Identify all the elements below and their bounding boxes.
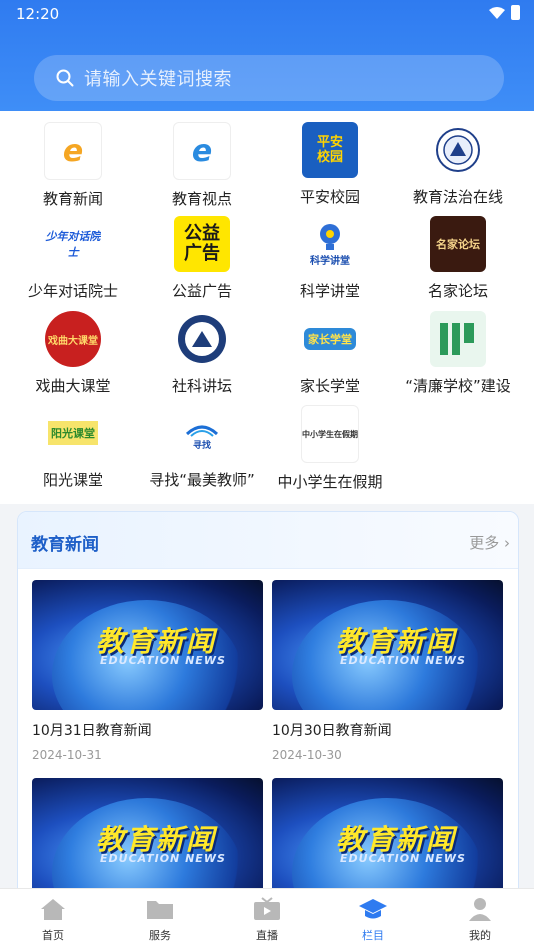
category-safe-campus[interactable]: 平安 校园 平安校园 [263,122,397,207]
social-science-emblem [174,311,230,367]
category-label: 名家论坛 [427,282,488,300]
wifi-icon [489,6,505,19]
category-youth-dialogue[interactable]: 少年对话院士 少年对话院士 [6,216,140,301]
public-ad-logo: 公益 广告 [174,216,230,272]
news-card-title: 10月31日教育新闻 [32,723,152,739]
category-social-science[interactable]: 社科讲坛 [135,311,269,396]
tab-label: 我的 [469,929,491,942]
category-education-news[interactable]: e 教育新闻 [6,122,140,209]
safe-campus-logo: 平安 校园 [302,122,358,178]
search-bar[interactable]: 请输入关键词搜索 [34,55,504,101]
search-icon [56,69,74,87]
news-card[interactable]: 教育新闻 EDUCATION NEWS 10月30日教育新闻 2024-10-30 [272,580,503,762]
category-label: 教育法治在线 [412,188,503,206]
category-public-ad[interactable]: 公益 广告 公益广告 [135,216,269,301]
status-bar: 12:20 [0,0,534,28]
category-label: 教育视点 [171,190,232,208]
tab-columns[interactable]: 栏目 [320,895,426,943]
category-label: 科学讲堂 [299,282,360,300]
tab-mine[interactable]: 我的 [427,895,533,943]
category-science-lecture[interactable]: 科学讲堂 科学讲堂 [263,216,397,301]
news-card-title: 10月30日教育新闻 [272,723,392,739]
category-label: 家长学堂 [299,377,360,395]
news-card[interactable]: 教育新闻 EDUCATION NEWS 10月31日教育新闻 2024-10-31 [32,580,263,762]
best-teacher-logo: 寻找 [174,405,230,461]
news-card-date: 2024-10-31 [32,748,102,762]
education-viewpoint-logo: e [173,122,231,180]
category-label: 寻找“最美教师” [149,471,255,489]
news-section: 教育新闻 更多 › 教育新闻 EDUCATION NEWS 10月31日教育新闻 … [17,511,519,913]
master-forum-logo: 名家论坛 [430,216,486,272]
category-opera-class[interactable]: 戏曲大课堂 戏曲大课堂 [6,311,140,396]
tab-service[interactable]: 服务 [107,895,213,943]
category-label: 少年对话院士 [27,282,118,300]
battery-icon [511,5,520,20]
graduation-cap-icon [358,895,388,923]
education-law-emblem [430,122,486,178]
tab-live[interactable]: 直播 [214,895,320,943]
tab-label: 直播 [256,929,278,942]
more-label: 更多 [469,534,500,552]
science-lecture-bulb: 科学讲堂 [302,216,358,272]
youth-dialogue-logo: 少年对话院士 [45,216,101,272]
bottom-tab-bar: 首页 服务 直播 栏目 我的 [0,888,534,951]
category-students-holiday[interactable]: 中小学生在假期 中小学生在假期 [263,405,397,492]
students-holiday-logo: 中小学生在假期 [301,405,359,463]
news-thumbnail: 教育新闻 EDUCATION NEWS [272,580,503,710]
category-label: “清廉学校”建设 [405,377,511,395]
education-news-logo: e [44,122,102,180]
category-best-teacher[interactable]: 寻找 寻找“最美教师” [135,405,269,490]
category-grid: e 教育新闻 e 教育视点 平安 校园 平安校园 教育法治在线 少年对话院士 少年… [0,111,534,504]
tab-home[interactable]: 首页 [0,895,106,943]
home-icon [38,895,68,923]
header: 12:20 请输入关键词搜索 [0,0,534,111]
sunshine-class-logo: 阳光课堂 [45,405,101,461]
clean-school-logo [430,311,486,367]
news-thumbnail: 教育新闻 EDUCATION NEWS [32,580,263,710]
opera-class-logo: 戏曲大课堂 [45,311,101,367]
parent-school-logo: 家长学堂 [302,311,358,367]
category-label: 戏曲大课堂 [35,377,111,395]
tv-icon [252,895,282,923]
tab-label: 服务 [149,929,171,942]
category-label: 阳光课堂 [42,471,103,489]
category-label: 中小学生在假期 [277,473,383,491]
folder-icon [145,895,175,923]
status-time: 12:20 [16,5,60,23]
category-education-viewpoint[interactable]: e 教育视点 [135,122,269,209]
news-card-date: 2024-10-30 [272,748,342,762]
more-link[interactable]: 更多 › [469,532,510,553]
category-label: 公益广告 [171,282,232,300]
category-master-forum[interactable]: 名家论坛 名家论坛 [391,216,525,301]
category-label: 社科讲坛 [171,377,232,395]
user-icon [465,895,495,923]
chevron-right-icon: › [504,534,510,552]
tab-label: 首页 [42,929,64,942]
category-label: 教育新闻 [42,190,103,208]
category-parent-school[interactable]: 家长学堂 家长学堂 [263,311,397,396]
category-label: 平安校园 [299,188,360,206]
tab-label: 栏目 [362,929,384,942]
category-education-law[interactable]: 教育法治在线 [391,122,525,207]
category-clean-school[interactable]: “清廉学校”建设 [391,311,525,396]
news-header: 教育新闻 更多 › [18,512,518,569]
category-sunshine-class[interactable]: 阳光课堂 阳光课堂 [6,405,140,490]
search-placeholder[interactable]: 请输入关键词搜索 [84,65,232,91]
news-section-title: 教育新闻 [31,535,99,555]
